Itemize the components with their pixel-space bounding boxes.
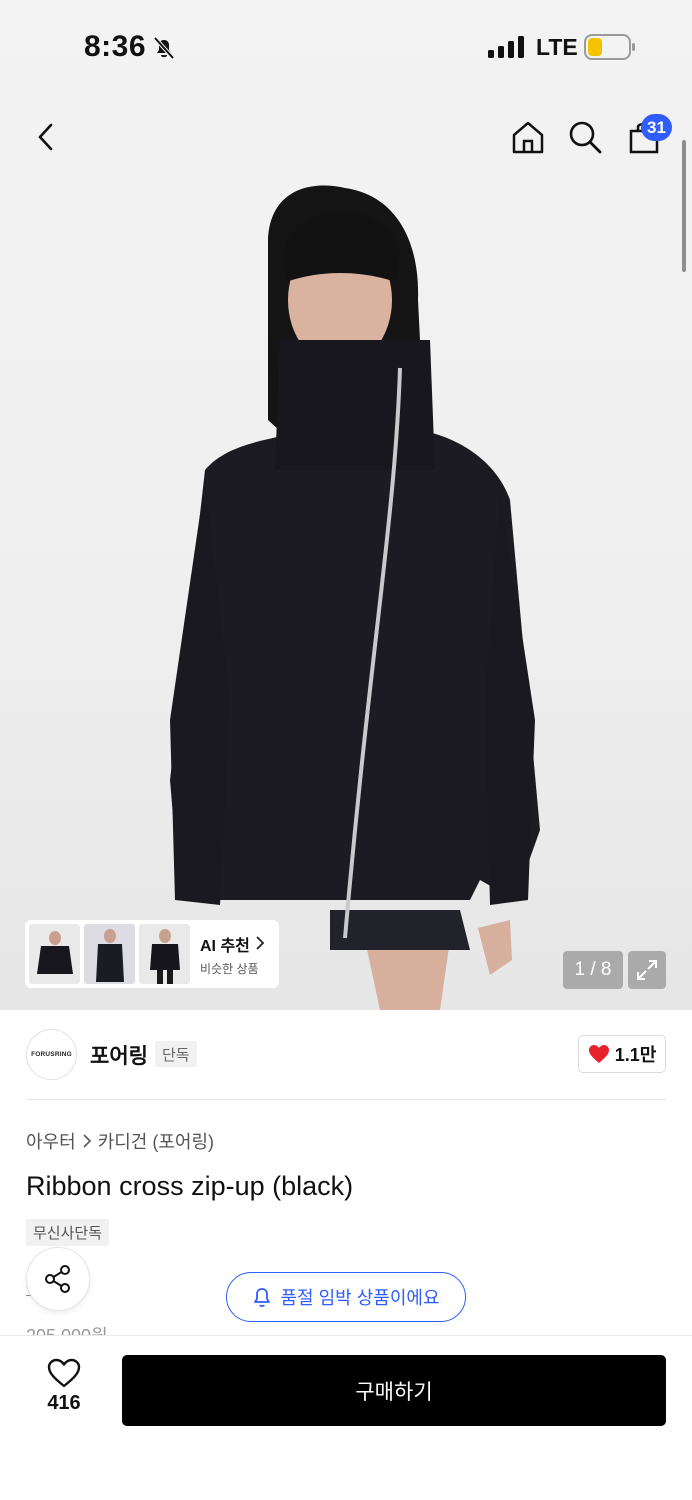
product-tag: 무신사단독 [26,1219,110,1246]
ai-recommend-subtitle: 비슷한 상품 [200,961,259,976]
share-icon [45,1265,70,1293]
ai-recommend-title: AI 추천 [200,937,250,955]
soldout-soon-notice[interactable]: 품절 임박 상품이에요 [226,1272,466,1322]
wishlist-button[interactable]: 416 [32,1358,96,1415]
brand-name[interactable]: 포어링 [90,1040,148,1070]
buy-button[interactable]: 구매하기 [122,1355,666,1426]
image-page-indicator: 1 / 8 [563,951,623,989]
breadcrumb-item[interactable]: 아우터 [26,1128,76,1154]
breadcrumb: 아우터 카디건 (포어링) [26,1128,214,1154]
soldout-soon-text: 품절 임박 상품이에요 [280,1288,440,1308]
battery-icon [584,34,635,60]
exclusive-badge: 단독 [155,1041,197,1067]
share-button[interactable] [26,1247,90,1311]
back-button[interactable] [22,113,70,161]
chevron-right-icon [256,936,265,950]
heart-filled-icon [588,1045,609,1063]
status-time: 8:36 [84,30,147,63]
product-title: Ribbon cross zip-up (black) [26,1171,354,1201]
expand-image-button[interactable] [628,951,666,989]
heart-outline-icon [47,1358,81,1388]
status-bar: 8:36 LTE [0,0,692,94]
ai-recommend-thumbnail [29,924,80,984]
chevron-right-icon [83,1134,91,1148]
ai-recommend-card[interactable]: AI 추천 비슷한 상품 [25,920,279,988]
scrollbar[interactable] [682,140,686,272]
ai-recommend-thumbnail [139,924,190,984]
expand-icon [637,960,657,980]
bell-icon [254,1288,271,1308]
home-button[interactable] [504,113,552,161]
cart-count-badge: 31 [641,114,672,141]
chevron-left-icon [38,123,53,151]
search-button[interactable] [561,113,609,161]
brand-like-count: 1.1만 [614,1045,657,1065]
home-icon [512,121,544,154]
brand-logo[interactable]: FORUSRING [26,1029,77,1080]
bell-muted-icon [153,36,175,60]
divider [26,1099,666,1100]
brand-like-button[interactable]: 1.1만 [578,1035,666,1073]
search-icon [569,121,602,154]
breadcrumb-item[interactable]: 카디건 (포어링) [98,1128,214,1154]
ai-recommend-thumbnail [84,924,135,984]
signal-icon [488,36,524,58]
network-label: LTE [536,34,578,60]
wishlist-count: 416 [47,1392,81,1414]
